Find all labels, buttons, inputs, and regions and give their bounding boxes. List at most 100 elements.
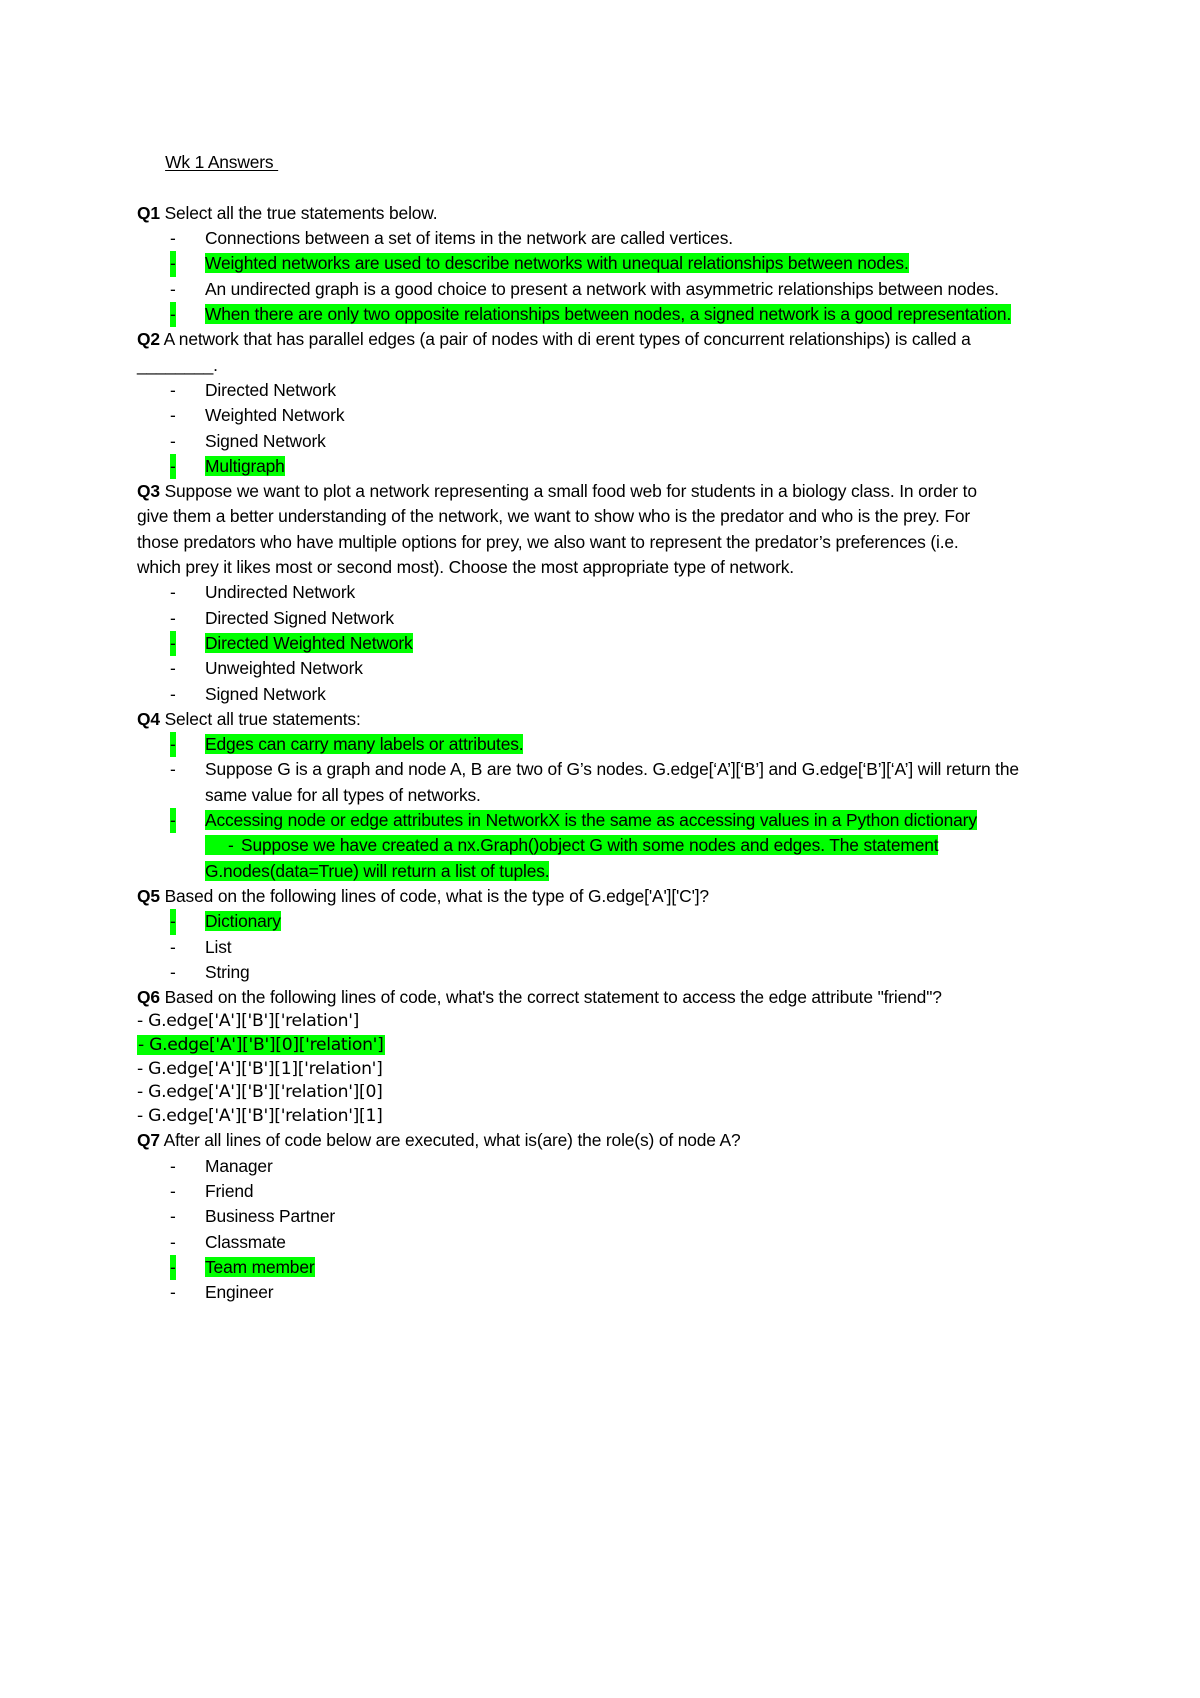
option-item[interactable]: - Edges can carry many labels or attribut…	[137, 732, 1050, 758]
option-label: Engineer	[205, 1282, 274, 1303]
option-label: Manager	[205, 1155, 273, 1176]
option-label: String	[205, 961, 250, 982]
plain-option-label: - G.edge['A']['B']['relation'][0]	[137, 1082, 383, 1103]
option-item[interactable]: - Engineer	[137, 1280, 1050, 1305]
plain-option-label: - G.edge['A']['B']['relation'][1]	[137, 1105, 383, 1126]
plain-option-label: - G.edge['A']['B'][0]['relation']	[137, 1034, 385, 1055]
question-stem-q5: Q5 Based on the following lines of code,…	[137, 884, 982, 909]
option-item[interactable]: - Directed Signed Network	[137, 606, 1050, 631]
plain-option-item[interactable]: - G.edge['A']['B'][1]['relation']	[137, 1058, 1070, 1082]
plain-option-item[interactable]: - G.edge['A']['B']['relation'][0]	[137, 1081, 1070, 1105]
option-list-q3: - Undirected Network - Directed Signed Net…	[137, 580, 1070, 706]
question-label-q3: Q3	[137, 481, 160, 502]
option-item[interactable]: - String	[137, 960, 1050, 985]
bullet-dash-icon: -	[170, 1155, 176, 1176]
option-label: Multigraph	[205, 455, 285, 476]
option-label: Classmate	[205, 1231, 286, 1252]
bullet-dash-icon: -	[170, 405, 176, 426]
option-item[interactable]: - Business Partner	[137, 1204, 1050, 1229]
question-text-q6: Based on the following lines of code, wh…	[159, 987, 942, 1008]
option-item[interactable]: - Accessing node or edge attributes in Ne…	[137, 808, 1050, 834]
option-item[interactable]: - Unweighted Network	[137, 656, 1050, 681]
option-label: Unweighted Network	[205, 658, 363, 679]
bullet-dash-icon: -	[170, 1254, 176, 1281]
option-label: Business Partner	[205, 1206, 336, 1227]
question-stem-q7: Q7 After all lines of code below are exe…	[137, 1128, 982, 1153]
bullet-dash-icon: -	[170, 453, 176, 480]
question-text-q5: Based on the following lines of code, wh…	[159, 885, 710, 906]
question-stem-q3: Q3 Suppose we want to plot a network rep…	[137, 479, 982, 580]
option-item[interactable]: - Undirected Network	[137, 580, 1050, 605]
document-body: Wk 1 Answers Q1 Select all the true stat…	[137, 125, 1070, 1305]
bullet-dash-icon: -	[170, 759, 176, 780]
option-label: Team member	[205, 1256, 315, 1277]
bullet-dash-icon: -	[170, 808, 176, 834]
option-label: Weighted Network	[205, 405, 345, 426]
document-page: Wk 1 Answers Q1 Select all the true stat…	[0, 0, 1200, 1698]
question-text-q1: Select all the true statements below.	[159, 202, 438, 223]
question-label-q1: Q1	[137, 202, 160, 223]
question-stem-q4: Q4 Select all true statements:	[137, 707, 982, 732]
option-label: Suppose G is a graph and node A, B are t…	[205, 759, 1019, 805]
bullet-dash-icon: -	[170, 1180, 176, 1201]
bullet-dash-icon: -	[170, 379, 176, 400]
option-item[interactable]: - An undirected graph is a good choice to…	[137, 277, 1050, 302]
bullet-dash-icon: -	[170, 582, 176, 603]
option-item[interactable]: - Suppose we have created a nx.Graph()obj…	[137, 833, 1050, 884]
option-item[interactable]: - Team member	[137, 1254, 1050, 1281]
option-label: Connections between a set of items in th…	[205, 228, 733, 249]
option-item[interactable]: - Signed Network	[137, 429, 1050, 454]
plain-option-list-q6: - G.edge['A']['B']['relation'] - G.edge[…	[137, 1010, 1070, 1128]
option-item[interactable]: - Suppose G is a graph and node A, B are …	[137, 757, 1050, 808]
option-item[interactable]: - Manager	[137, 1154, 1050, 1179]
bullet-dash-icon: -	[170, 228, 176, 249]
option-item[interactable]: - Multigraph	[137, 453, 1050, 480]
option-label: An undirected graph is a good choice to …	[205, 278, 999, 299]
bullet-dash-icon: -	[170, 909, 176, 935]
option-item[interactable]: - Friend	[137, 1179, 1050, 1204]
option-label: Edges can carry many labels or attribute…	[205, 734, 524, 755]
option-label: Weighted networks are used to describe n…	[205, 253, 909, 274]
question-stem-q6: Q6 Based on the following lines of code,…	[137, 985, 982, 1010]
question-stem-q1: Q1 Select all the true statements below.	[137, 201, 982, 226]
option-item[interactable]: - Classmate	[137, 1230, 1050, 1255]
option-item[interactable]: - Weighted networks are used to describe …	[137, 251, 1050, 277]
bullet-dash-icon: -	[170, 1206, 176, 1227]
bullet-dash-icon: -	[170, 1282, 176, 1303]
bullet-dash-icon: -	[170, 732, 176, 758]
question-text-q7: After all lines of code below are execut…	[159, 1130, 741, 1151]
option-label: When there are only two opposite relatio…	[205, 304, 1012, 325]
plain-option-item[interactable]: - G.edge['A']['B'][0]['relation']	[137, 1034, 1070, 1058]
question-text-q3: Suppose we want to plot a network repres…	[137, 481, 977, 578]
option-item[interactable]: - Dictionary	[137, 909, 1050, 935]
question-label-q4: Q4	[137, 708, 160, 729]
option-item[interactable]: - Weighted Network	[137, 403, 1050, 428]
option-list-q1: - Connections between a set of items in t…	[137, 226, 1070, 328]
question-stem-q2: Q2 A network that has parallel edges (a …	[137, 327, 982, 378]
option-item[interactable]: - Directed Network	[137, 378, 1050, 403]
bullet-dash-icon: -	[170, 251, 176, 277]
option-label: List	[205, 936, 232, 957]
option-item[interactable]: - List	[137, 935, 1050, 960]
bullet-dash-icon: -	[170, 658, 176, 679]
option-label: Signed Network	[205, 683, 326, 704]
option-item[interactable]: - When there are only two opposite relati…	[137, 302, 1050, 328]
bullet-dash-icon: -	[170, 302, 176, 328]
option-item[interactable]: - Signed Network	[137, 682, 1050, 707]
question-label-q6: Q6	[137, 987, 160, 1008]
bullet-dash-icon: -	[170, 607, 176, 628]
plain-option-label: - G.edge['A']['B']['relation']	[137, 1011, 360, 1032]
question-text-q4: Select all true statements:	[159, 708, 361, 729]
option-label: Undirected Network	[205, 582, 356, 603]
question-label-q5: Q5	[137, 885, 160, 906]
option-label: Directed Network	[205, 379, 336, 400]
plain-option-item[interactable]: - G.edge['A']['B']['relation']	[137, 1010, 1070, 1034]
option-label: Suppose we have created a nx.Graph()obje…	[205, 835, 939, 881]
plain-option-item[interactable]: - G.edge['A']['B']['relation'][1]	[137, 1105, 1070, 1129]
bullet-dash-icon: -	[170, 278, 176, 299]
option-item[interactable]: - Directed Weighted Network	[137, 630, 1050, 657]
option-item[interactable]: - Connections between a set of items in t…	[137, 226, 1050, 251]
document-title-line: Wk 1 Answers	[137, 125, 1070, 201]
option-list-q7: - Manager - Friend - Business Partner - Clas…	[137, 1154, 1070, 1306]
question-label-q2: Q2	[137, 329, 160, 350]
